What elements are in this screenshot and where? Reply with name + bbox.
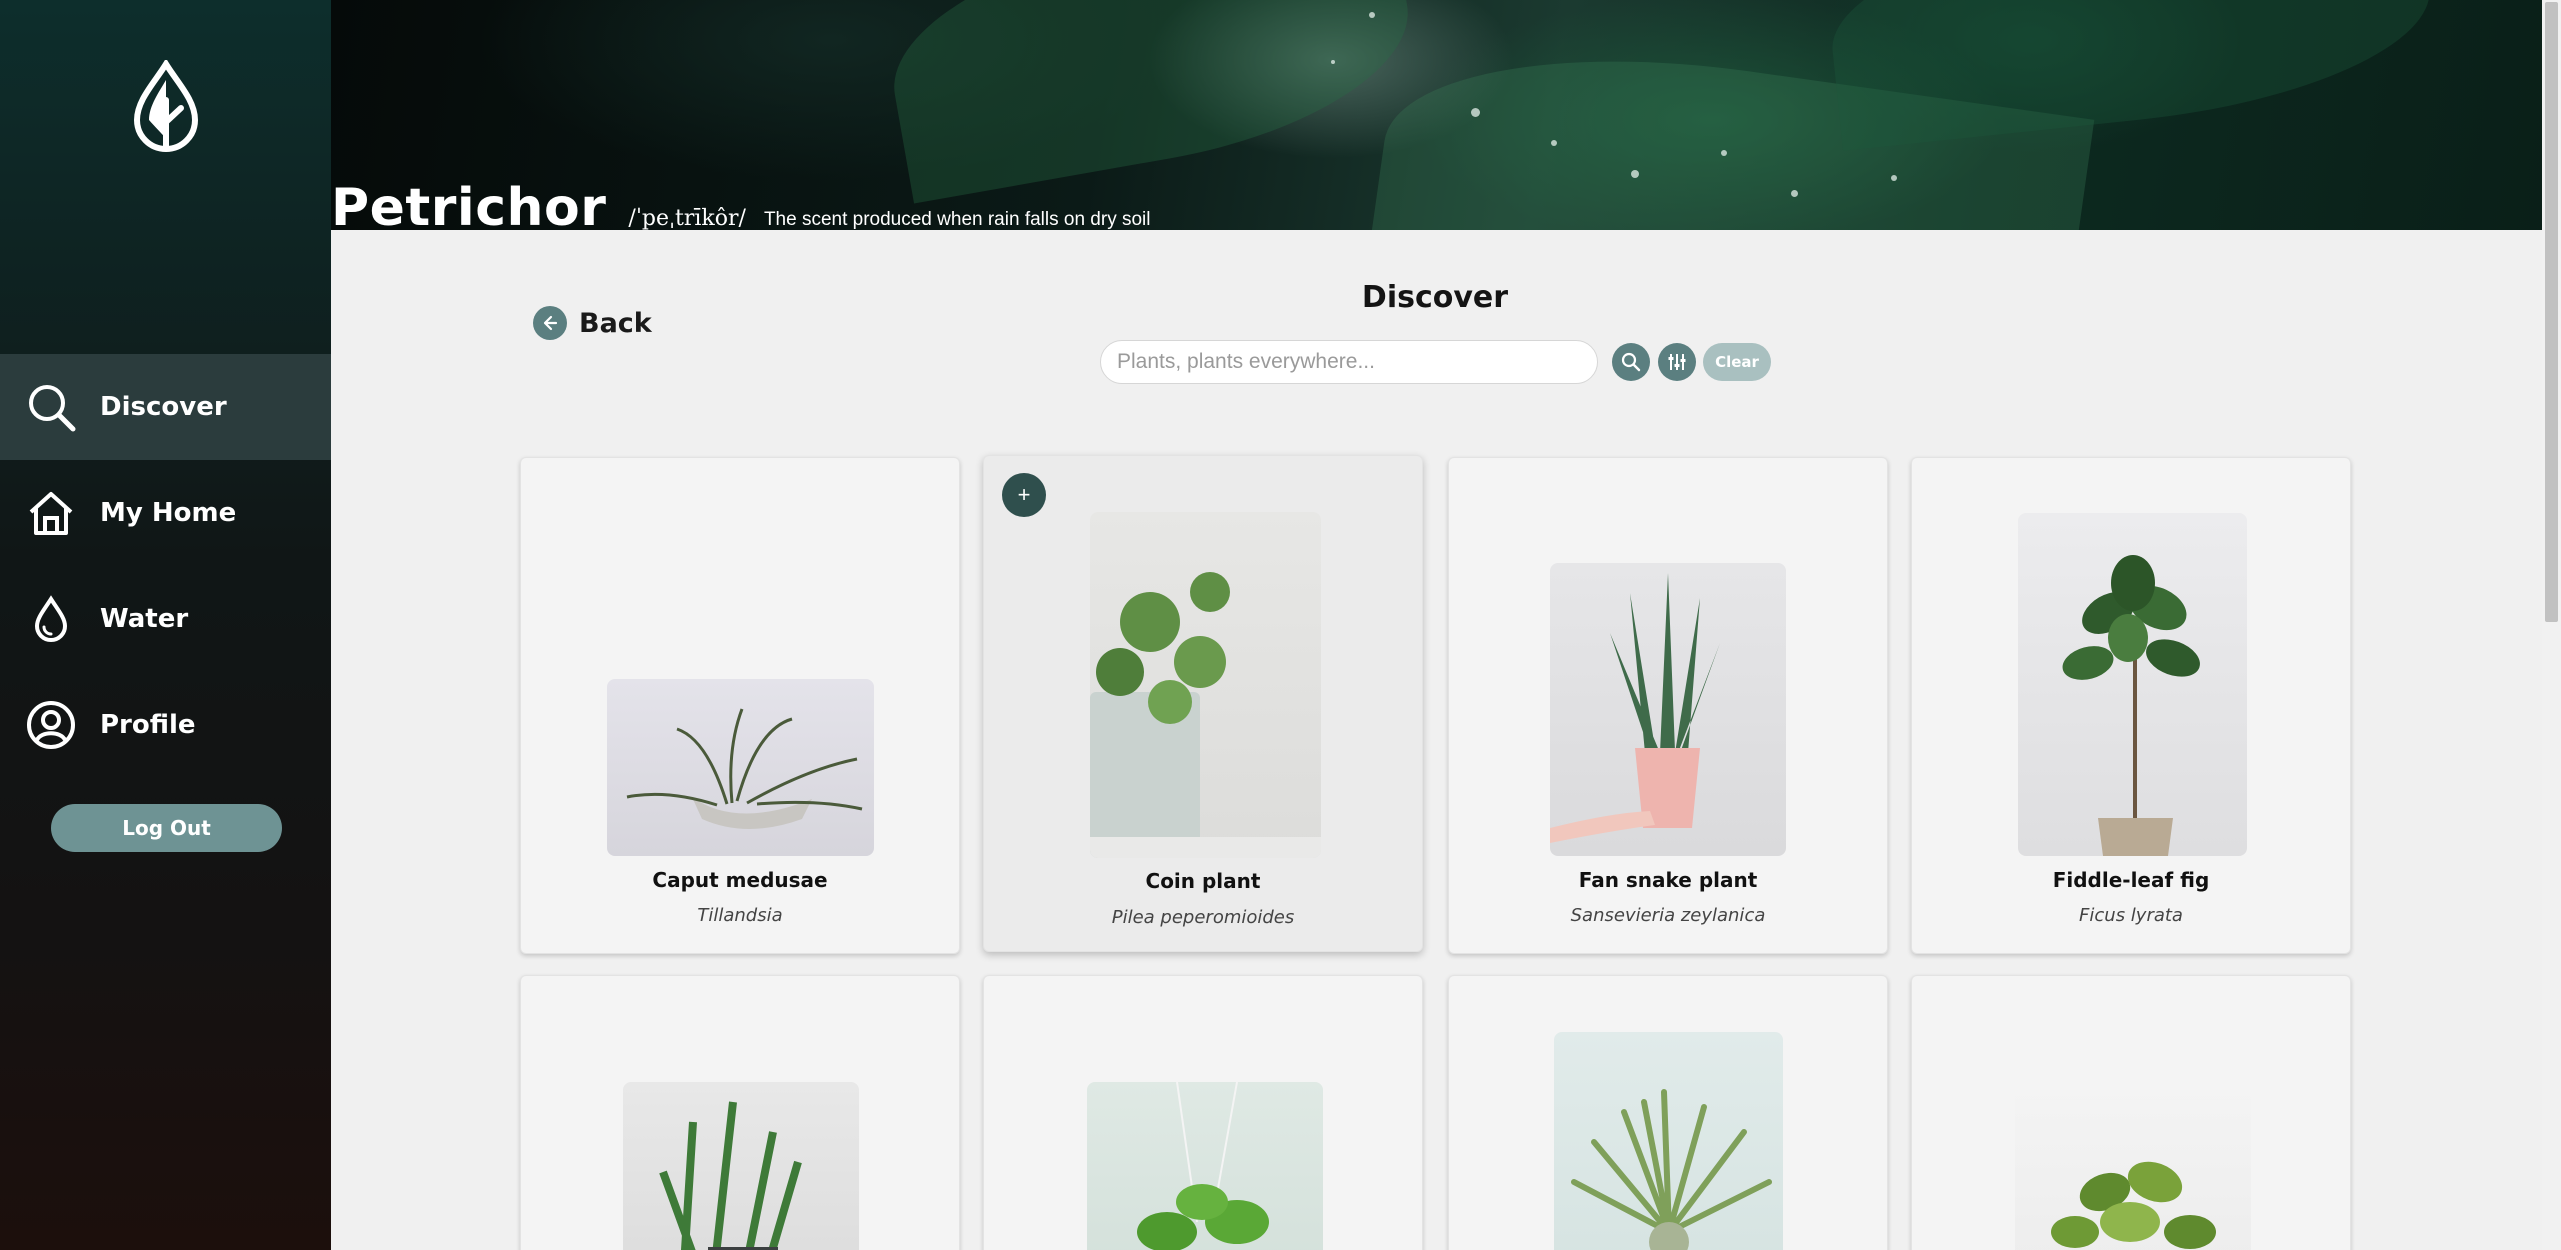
plant-image <box>1090 512 1321 858</box>
plant-image <box>2015 1082 2251 1250</box>
filter-button[interactable] <box>1658 343 1696 381</box>
banner-droplet <box>1331 60 1335 64</box>
user-icon <box>27 701 75 749</box>
search-icon <box>29 385 76 432</box>
plant-image <box>607 679 874 856</box>
brand: Petrichor /ˈpeˌtrīkôr/ The scent produce… <box>331 178 1150 238</box>
nav-item-my-home[interactable]: My Home <box>0 460 331 566</box>
banner-droplet <box>1369 12 1375 18</box>
brand-phonetic: /ˈpeˌtrīkôr/ <box>628 206 746 231</box>
banner-leaf <box>1822 0 2440 151</box>
logout-button[interactable]: Log Out <box>51 804 282 852</box>
plant-card[interactable] <box>983 975 1423 1250</box>
back-label: Back <box>579 307 652 339</box>
plant-image <box>2018 513 2247 856</box>
plant-name: Fan snake plant <box>1578 868 1758 892</box>
clear-button[interactable]: Clear <box>1703 343 1771 381</box>
nav-label-profile: Profile <box>100 710 196 740</box>
sliders-icon <box>1668 354 1686 370</box>
plant-image <box>1550 563 1786 856</box>
plant-image <box>1087 1082 1323 1250</box>
search-icon <box>1621 352 1641 372</box>
brand-definition: The scent produced when rain falls on dr… <box>763 209 1151 230</box>
leaf-drop-icon[interactable] <box>131 60 201 156</box>
plant-name: Fiddle-leaf fig <box>2052 868 2210 892</box>
plant-scientific-name: Ficus lyrata <box>2079 905 2183 926</box>
nav-item-profile[interactable]: Profile <box>0 672 331 778</box>
nav-item-water[interactable]: Water <box>0 566 331 672</box>
plant-scientific-name: Sansevieria zeylanica <box>1570 905 1766 926</box>
banner-droplet <box>1721 150 1727 156</box>
plant-card-caput-medusae[interactable]: Caput medusae Tillandsia <box>520 457 960 954</box>
page-title: Discover <box>1361 280 1509 315</box>
banner-droplet <box>1791 190 1798 197</box>
plant-card[interactable] <box>1911 975 2351 1250</box>
sidebar: Discover My Home Water Profile Log Out <box>0 0 331 1250</box>
plant-name: Caput medusae <box>652 868 828 892</box>
banner-droplet <box>1471 108 1480 117</box>
nav-label-discover: Discover <box>100 392 227 422</box>
plant-card-fiddle-leaf-fig[interactable]: Fiddle-leaf fig Ficus lyrata <box>1911 457 2351 954</box>
add-plant-button[interactable]: + <box>1002 473 1046 517</box>
water-drop-icon <box>34 595 68 642</box>
plant-image <box>1554 1032 1783 1250</box>
plant-image <box>623 1082 859 1250</box>
plant-scientific-name: Tillandsia <box>697 905 783 926</box>
banner-droplet <box>1891 175 1897 181</box>
banner-droplet <box>1631 170 1639 178</box>
plant-card[interactable] <box>520 975 960 1250</box>
vertical-scrollbar[interactable] <box>2542 0 2561 1250</box>
arrow-left-icon <box>533 306 567 340</box>
scrollbar-thumb[interactable] <box>2545 2 2558 622</box>
nav-item-discover[interactable]: Discover <box>0 354 331 460</box>
nav-label-my-home: My Home <box>100 498 237 528</box>
plant-scientific-name: Pilea peperomioides <box>1111 907 1295 928</box>
brand-title: Petrichor <box>331 178 607 238</box>
nav-label-water: Water <box>100 604 189 634</box>
plant-card-coin-plant[interactable]: + Coin plant Pilea peperomioides <box>983 455 1423 952</box>
search-button[interactable] <box>1612 343 1650 381</box>
plant-name: Coin plant <box>1145 869 1261 893</box>
search-input[interactable] <box>1100 340 1598 384</box>
plant-card[interactable] <box>1448 975 1888 1250</box>
back-button[interactable]: Back <box>533 306 652 340</box>
banner-droplet <box>1551 140 1557 146</box>
home-icon <box>29 492 73 535</box>
plant-card-fan-snake-plant[interactable]: Fan snake plant Sansevieria zeylanica <box>1448 457 1888 954</box>
banner-leaf <box>875 0 1427 204</box>
